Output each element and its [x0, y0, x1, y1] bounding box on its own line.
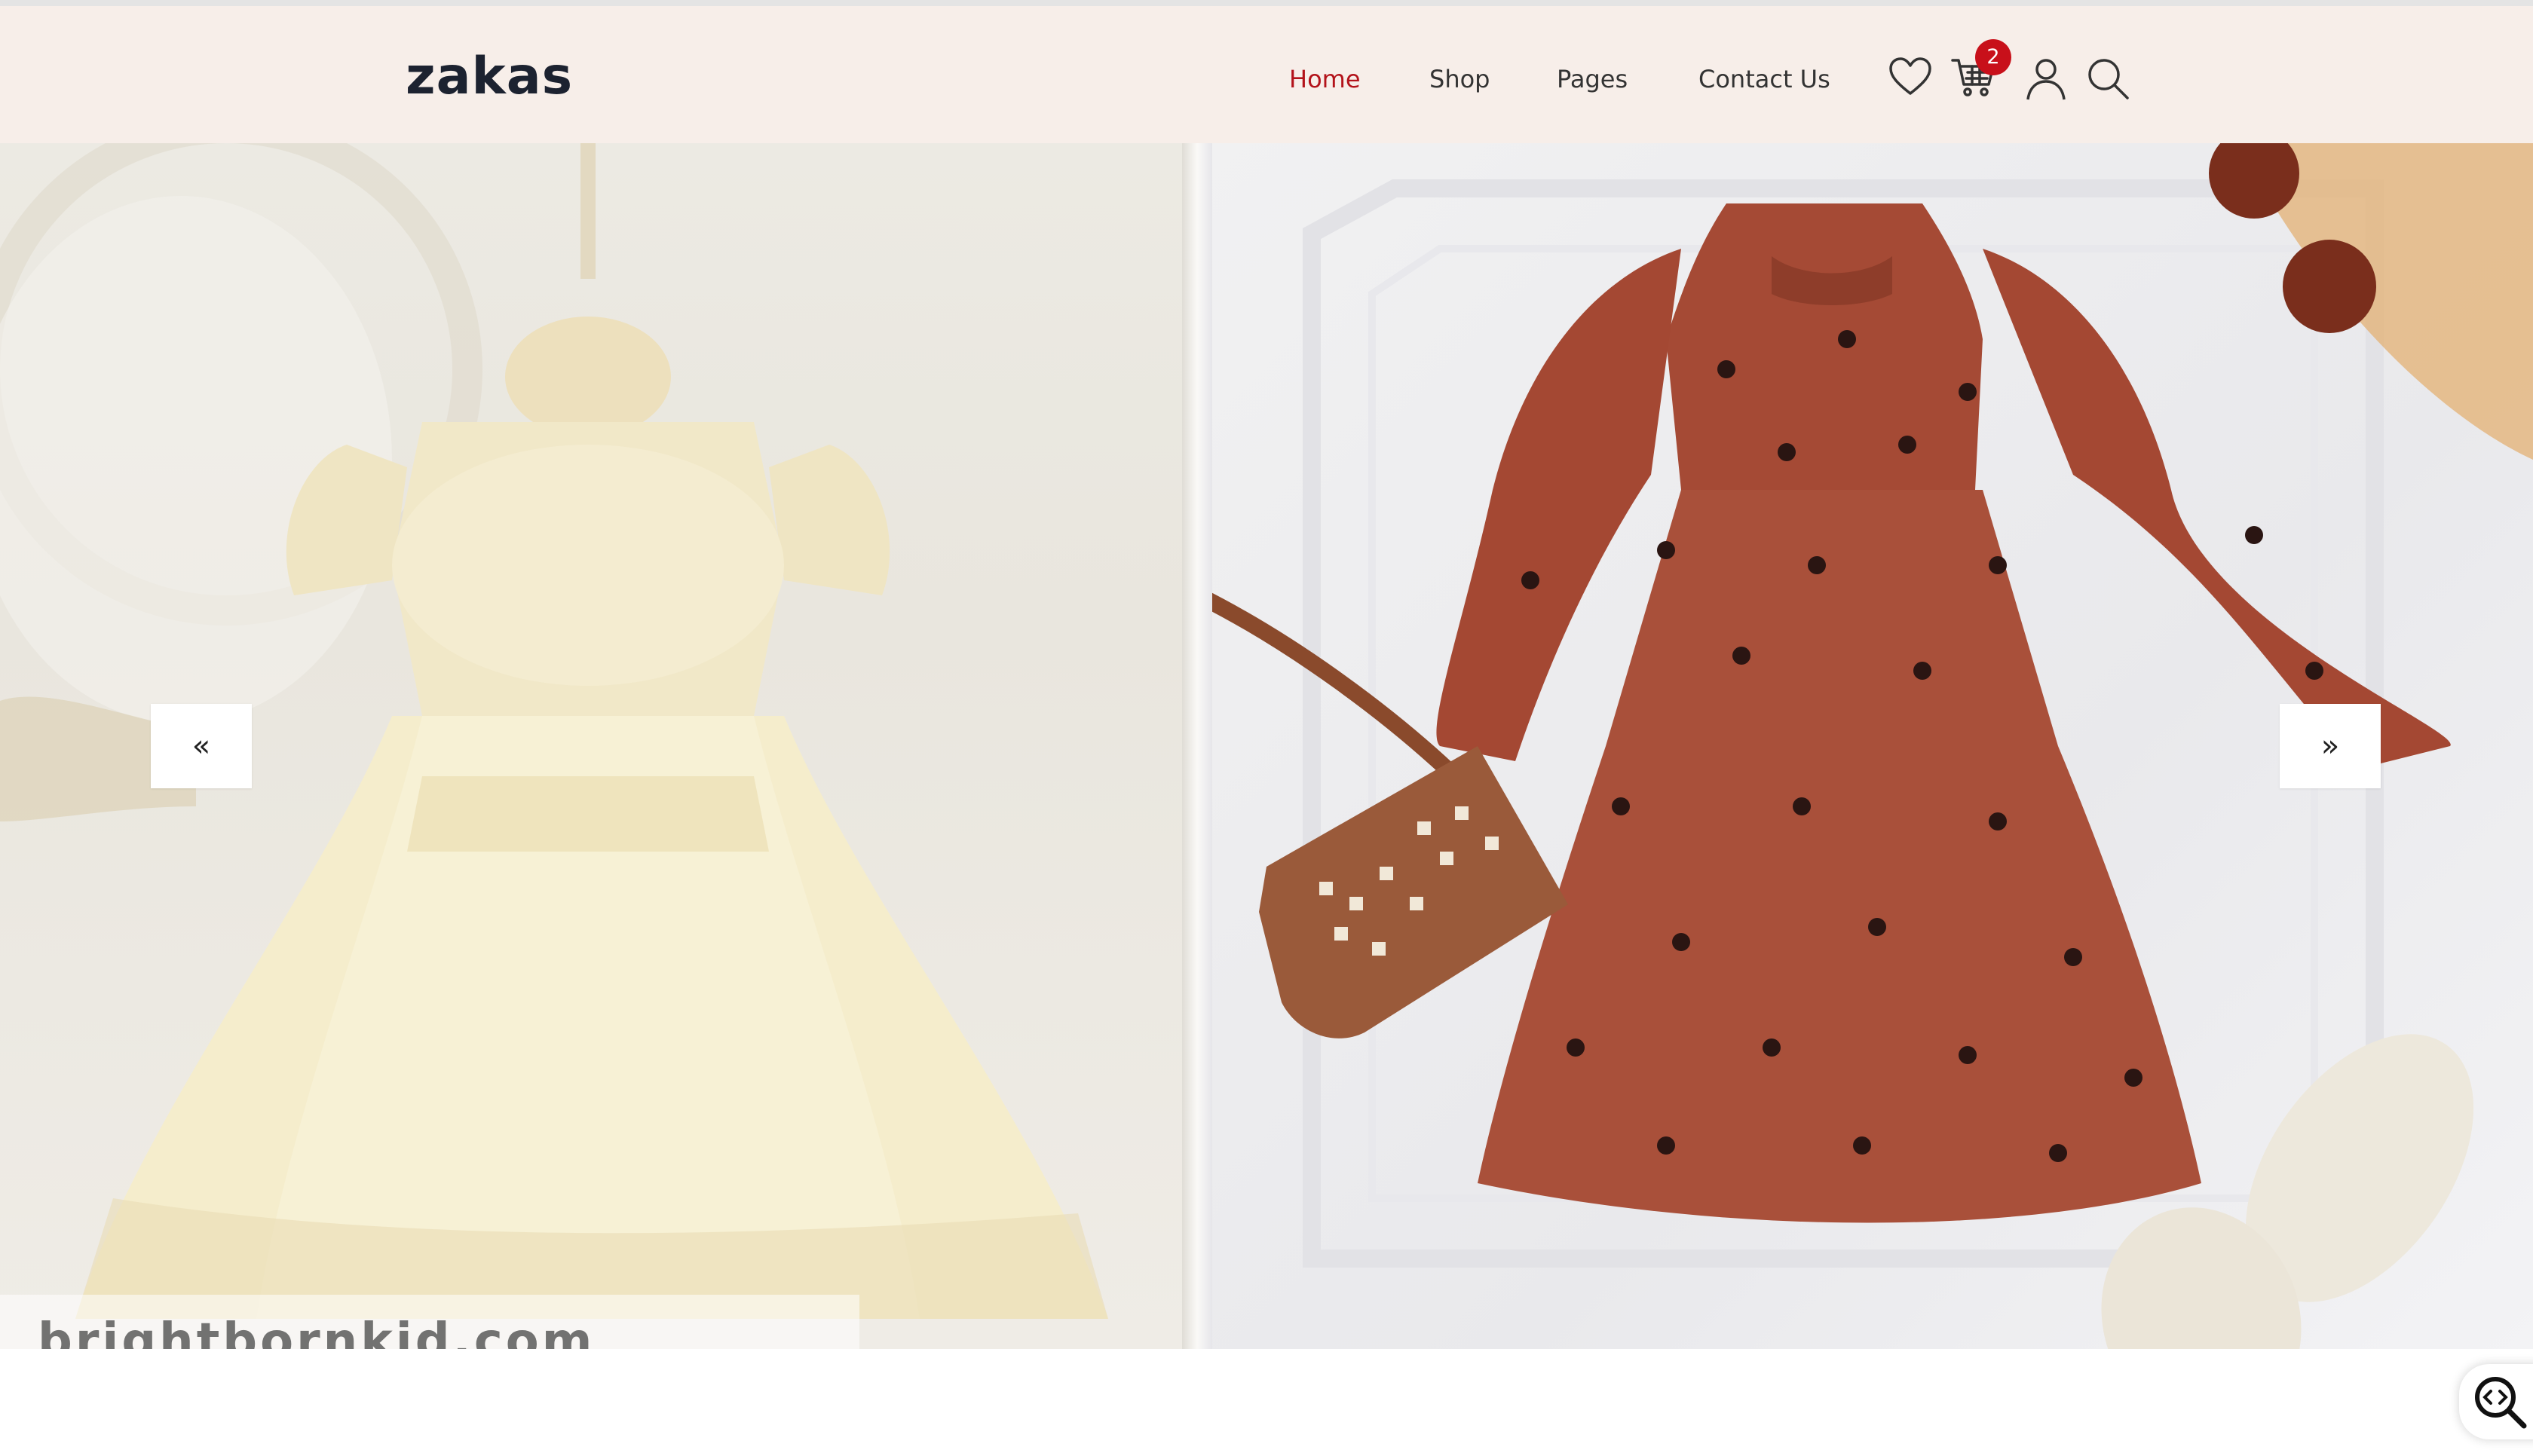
- slider-next-button[interactable]: »: [2280, 704, 2381, 788]
- slide-divider: [1182, 143, 1212, 1349]
- user-icon[interactable]: [2022, 54, 2070, 102]
- nav-item-contact-us[interactable]: Contact Us: [1698, 60, 1830, 98]
- chevron-double-left-icon: «: [191, 729, 211, 763]
- heart-icon[interactable]: [1886, 53, 1934, 101]
- hero-slider: brightbornkid.com « »: [0, 143, 2533, 1349]
- code-search-icon: [2475, 1377, 2527, 1429]
- floating-inspector-button[interactable]: [2459, 1364, 2533, 1439]
- nav-item-pages[interactable]: Pages: [1557, 60, 1628, 98]
- chevron-double-right-icon: »: [2320, 729, 2340, 763]
- cart-count-badge: 2: [1975, 39, 2011, 75]
- site-logo[interactable]: zakas: [406, 47, 573, 107]
- image-watermark: brightbornkid.com: [38, 1314, 596, 1349]
- nav-item-shop[interactable]: Shop: [1429, 60, 1490, 98]
- slider-prev-button[interactable]: «: [151, 704, 252, 788]
- search-icon[interactable]: [2084, 54, 2132, 102]
- site-header: zakas Home Shop Pages Contact Us 2: [0, 6, 2533, 143]
- nav-item-home[interactable]: Home: [1289, 60, 1361, 98]
- top-border: [0, 0, 2533, 6]
